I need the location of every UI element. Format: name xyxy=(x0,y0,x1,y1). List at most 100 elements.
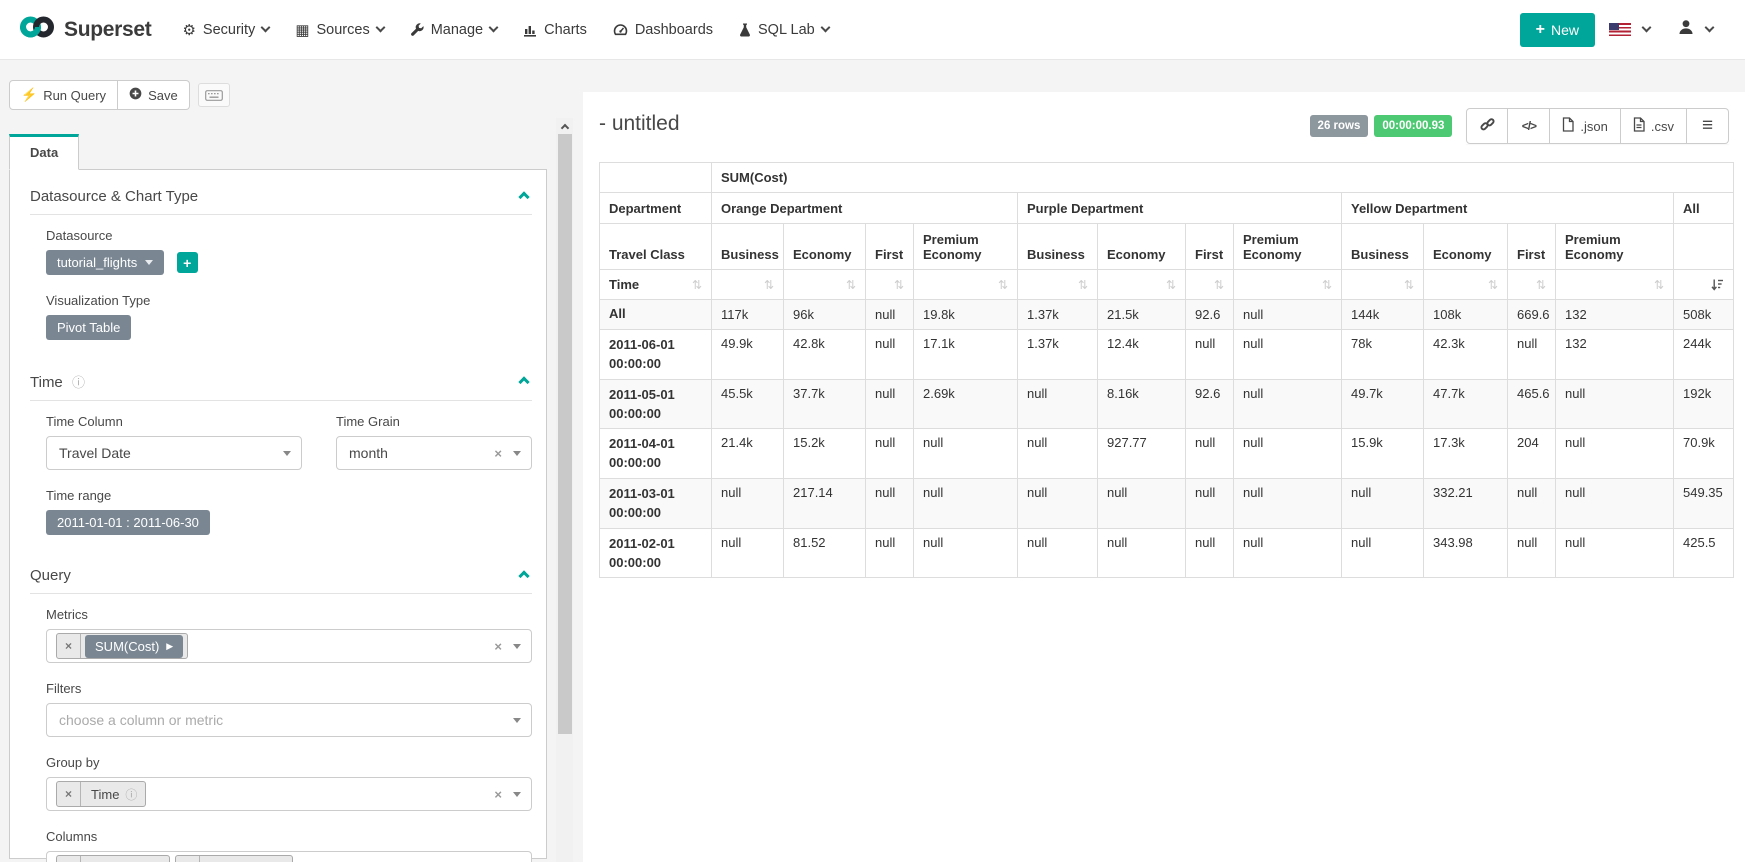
sort-header[interactable] xyxy=(1674,270,1734,300)
groupby-token[interactable]: × Time ⓘ xyxy=(56,781,146,807)
section-query-title: Query xyxy=(30,567,71,584)
value-cell: 192k xyxy=(1674,379,1734,429)
column-token[interactable]: × Travel Class xyxy=(175,855,293,862)
save-button[interactable]: Save xyxy=(118,80,190,110)
viz-type-select[interactable]: Pivot Table xyxy=(46,315,131,340)
value-cell: null xyxy=(866,330,914,380)
sort-icon: ⇅ xyxy=(998,278,1008,292)
remove-token-icon[interactable]: × xyxy=(176,856,200,862)
nav-dashboards[interactable]: Dashboards xyxy=(600,0,726,60)
time-column-value: Travel Date xyxy=(51,445,131,461)
remove-token-icon[interactable]: × xyxy=(57,782,81,806)
remove-token-icon[interactable]: × xyxy=(57,856,81,862)
embed-code-button[interactable]: </> xyxy=(1508,108,1550,144)
filters-select[interactable]: choose a column or metric xyxy=(46,703,532,737)
metric-token-label: SUM(Cost) xyxy=(95,639,159,654)
columns-select[interactable]: × Department × Travel Class × xyxy=(46,851,532,862)
sort-header[interactable]: ⇅ xyxy=(1234,270,1342,300)
metric-token[interactable]: × SUM(Cost) ▶ xyxy=(56,633,188,659)
sort-header[interactable]: ⇅ xyxy=(1098,270,1186,300)
travel-class-header: First xyxy=(1508,224,1556,270)
user-menu[interactable] xyxy=(1664,19,1727,40)
datasource-select[interactable]: tutorial_flights xyxy=(46,250,164,275)
nav-sql-lab[interactable]: SQL Lab xyxy=(726,0,842,60)
value-cell: null xyxy=(914,528,1018,578)
sort-header[interactable]: ⇅ xyxy=(914,270,1018,300)
value-cell: 42.8k xyxy=(784,330,866,380)
info-icon: ⓘ xyxy=(125,786,137,803)
share-link-button[interactable] xyxy=(1466,108,1508,144)
sort-header[interactable]: ⇅ xyxy=(1186,270,1234,300)
value-cell: null xyxy=(1018,479,1098,529)
sort-header-time[interactable]: Time⇅ xyxy=(600,270,712,300)
panel-scrollbar[interactable] xyxy=(556,118,573,862)
sort-header[interactable]: ⇅ xyxy=(1342,270,1424,300)
clear-icon[interactable]: × xyxy=(494,639,502,654)
dimension-label: Travel Class xyxy=(600,224,712,270)
value-cell: null xyxy=(1186,429,1234,479)
sort-icon: ⇅ xyxy=(1214,278,1224,292)
nav-sources[interactable]: ▦ Sources xyxy=(282,0,396,60)
more-options-button[interactable]: ≡ xyxy=(1687,108,1729,144)
filters-placeholder: choose a column or metric xyxy=(51,712,223,728)
export-json-button[interactable]: .json xyxy=(1550,108,1620,144)
sort-header[interactable]: ⇅ xyxy=(866,270,914,300)
metric-pill[interactable]: SUM(Cost) ▶ xyxy=(85,635,183,658)
run-query-button[interactable]: ⚡ Run Query xyxy=(9,80,118,110)
tab-data[interactable]: Data xyxy=(9,134,79,170)
nav-charts-label: Charts xyxy=(544,22,587,38)
collapse-chevron-icon[interactable] xyxy=(518,191,529,202)
groupby-select[interactable]: × Time ⓘ × xyxy=(46,777,532,811)
chevron-down-icon xyxy=(513,644,521,649)
value-cell: 217.14 xyxy=(784,479,866,529)
collapse-chevron-icon[interactable] xyxy=(518,570,529,581)
nav-security[interactable]: ⚙ Security xyxy=(169,0,282,60)
time-column-select[interactable]: Travel Date xyxy=(46,436,302,470)
time-grain-select[interactable]: month × xyxy=(336,436,532,470)
add-datasource-button[interactable]: + xyxy=(177,252,198,273)
clear-icon[interactable]: × xyxy=(494,787,502,802)
sort-icon: ⇅ xyxy=(1536,278,1546,292)
chart-title[interactable]: - untitled xyxy=(599,108,680,136)
hamburger-icon: ≡ xyxy=(1702,121,1713,131)
sort-header[interactable]: ⇅ xyxy=(1556,270,1674,300)
value-cell: 508k xyxy=(1674,300,1734,330)
keyboard-shortcuts-button[interactable] xyxy=(198,83,230,107)
value-cell: 21.5k xyxy=(1098,300,1186,330)
value-cell: null xyxy=(1186,330,1234,380)
sort-header[interactable]: ⇅ xyxy=(1508,270,1556,300)
remove-token-icon[interactable]: × xyxy=(57,634,81,658)
collapse-chevron-icon[interactable] xyxy=(518,376,529,387)
sort-header[interactable]: ⇅ xyxy=(1424,270,1508,300)
clear-icon[interactable]: × xyxy=(494,446,502,461)
section-time: Time ⓘ Time Column Travel Date Time xyxy=(10,358,546,535)
sort-icon: ⇅ xyxy=(1322,278,1332,292)
value-cell: null xyxy=(1234,300,1342,330)
value-cell: 204 xyxy=(1508,429,1556,479)
sort-header[interactable]: ⇅ xyxy=(1018,270,1098,300)
value-cell: 21.4k xyxy=(712,429,784,479)
new-button-label: New xyxy=(1551,22,1579,38)
scrollbar-thumb[interactable] xyxy=(558,134,572,734)
new-button[interactable]: + New xyxy=(1520,13,1595,47)
time-cell: 2011-05-0100:00:00 xyxy=(600,379,712,429)
time-cell: All xyxy=(600,300,712,330)
sort-header[interactable]: ⇅ xyxy=(784,270,866,300)
export-csv-button[interactable]: .csv xyxy=(1621,108,1687,144)
language-selector[interactable] xyxy=(1595,23,1664,36)
nav-manage[interactable]: Manage xyxy=(397,0,510,60)
time-cell: 2011-06-0100:00:00 xyxy=(600,330,712,380)
column-token[interactable]: × Department xyxy=(56,855,170,862)
brand-name: Superset xyxy=(64,18,151,42)
nav-charts[interactable]: Charts xyxy=(510,0,600,60)
value-cell: 49.7k xyxy=(1342,379,1424,429)
metrics-select[interactable]: × SUM(Cost) ▶ × xyxy=(46,629,532,663)
superset-logo[interactable]: Superset xyxy=(18,14,151,45)
sort-header[interactable]: ⇅ xyxy=(712,270,784,300)
value-cell: null xyxy=(866,479,914,529)
value-cell: 37.7k xyxy=(784,379,866,429)
time-range-button[interactable]: 2011-01-01 : 2011-06-30 xyxy=(46,510,210,535)
corner-cell xyxy=(600,163,712,193)
scroll-up-arrow[interactable] xyxy=(556,118,573,134)
value-cell: null xyxy=(1508,528,1556,578)
